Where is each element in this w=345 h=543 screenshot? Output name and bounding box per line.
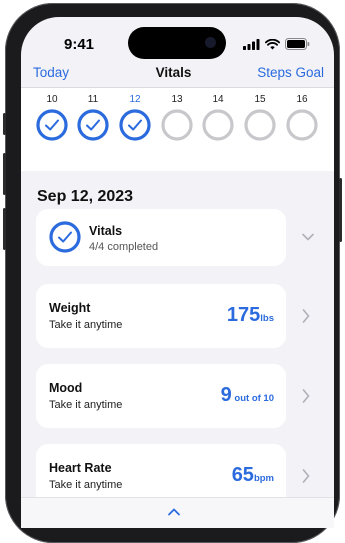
dynamic-island <box>128 27 226 59</box>
completed-ring-icon <box>119 109 151 141</box>
day-number: 14 <box>212 94 224 105</box>
power-button <box>339 178 342 242</box>
empty-ring-icon <box>161 109 193 141</box>
metric-value: 9 out of 10 <box>221 384 274 407</box>
value-number: 9 <box>220 384 232 406</box>
wifi-icon <box>265 38 280 49</box>
metric-title: Mood <box>49 381 83 395</box>
day-number: 13 <box>171 94 183 105</box>
chevron-right-icon[interactable] <box>301 308 311 324</box>
date-heading: Sep 12, 2023 <box>37 188 134 205</box>
empty-ring-icon <box>202 109 234 141</box>
metric-subtitle: Take it anytime <box>49 479 123 491</box>
phone-frame: 9:41 Today Vitals Steps Goal 10 11 12 13… <box>3 3 342 543</box>
day-number: 11 <box>87 94 99 105</box>
volume-up-button <box>3 153 6 195</box>
weight-card[interactable]: Weight Take it anytime 175lbs <box>36 284 286 348</box>
empty-ring-icon <box>244 109 276 141</box>
value-unit: out of 10 <box>231 393 274 404</box>
nav-divider <box>21 87 334 88</box>
status-icons <box>243 38 310 50</box>
steps-goal-button[interactable]: Steps Goal <box>257 65 324 80</box>
volume-down-button <box>3 208 6 250</box>
vitals-summary-card[interactable]: Vitals 4/4 completed <box>36 209 286 266</box>
day-number: 10 <box>46 94 58 105</box>
chevron-right-icon[interactable] <box>301 388 311 404</box>
empty-ring-icon <box>286 109 318 141</box>
battery-icon <box>285 38 310 50</box>
value-unit: lbs <box>260 313 274 324</box>
chevron-down-icon[interactable] <box>301 232 315 242</box>
cellular-signal-icon <box>243 38 260 50</box>
day-number: 15 <box>254 94 266 105</box>
metric-title: Weight <box>49 301 91 315</box>
status-time: 9:41 <box>64 36 95 53</box>
day-13[interactable]: 13 <box>160 93 194 141</box>
bottom-sheet-bar[interactable] <box>21 497 334 528</box>
completed-ring-icon <box>49 221 81 253</box>
week-day-strip: 10 11 12 13 14 15 16 <box>21 87 334 171</box>
value-unit: bpm <box>253 473 274 484</box>
value-number: 175 <box>226 304 261 326</box>
chevron-right-icon[interactable] <box>301 468 311 484</box>
metric-subtitle: Take it anytime <box>49 319 123 331</box>
metric-value: 65bpm <box>232 464 274 487</box>
summary-title: Vitals <box>89 224 123 238</box>
day-11[interactable]: 11 <box>76 93 110 141</box>
action-button <box>3 113 6 135</box>
screen: 9:41 Today Vitals Steps Goal 10 11 12 13… <box>21 17 334 528</box>
day-10[interactable]: 10 <box>35 93 69 141</box>
day-16[interactable]: 16 <box>285 93 319 141</box>
metric-value: 175lbs <box>227 304 274 327</box>
day-number-selected: 12 <box>129 94 141 105</box>
mood-card[interactable]: Mood Take it anytime 9 out of 10 <box>36 364 286 428</box>
summary-subtitle: 4/4 completed <box>89 241 159 253</box>
completed-ring-icon <box>36 109 68 141</box>
day-number: 16 <box>296 94 308 105</box>
completed-ring-icon <box>77 109 109 141</box>
navigation-bar: Today Vitals Steps Goal <box>21 65 334 87</box>
day-15[interactable]: 15 <box>243 93 277 141</box>
day-12[interactable]: 12 <box>118 93 152 141</box>
day-14[interactable]: 14 <box>201 93 235 141</box>
value-number: 65 <box>231 464 254 486</box>
metric-title: Heart Rate <box>49 461 112 475</box>
camera-icon <box>205 37 216 48</box>
chevron-up-icon[interactable] <box>167 507 181 517</box>
metric-subtitle: Take it anytime <box>49 399 123 411</box>
